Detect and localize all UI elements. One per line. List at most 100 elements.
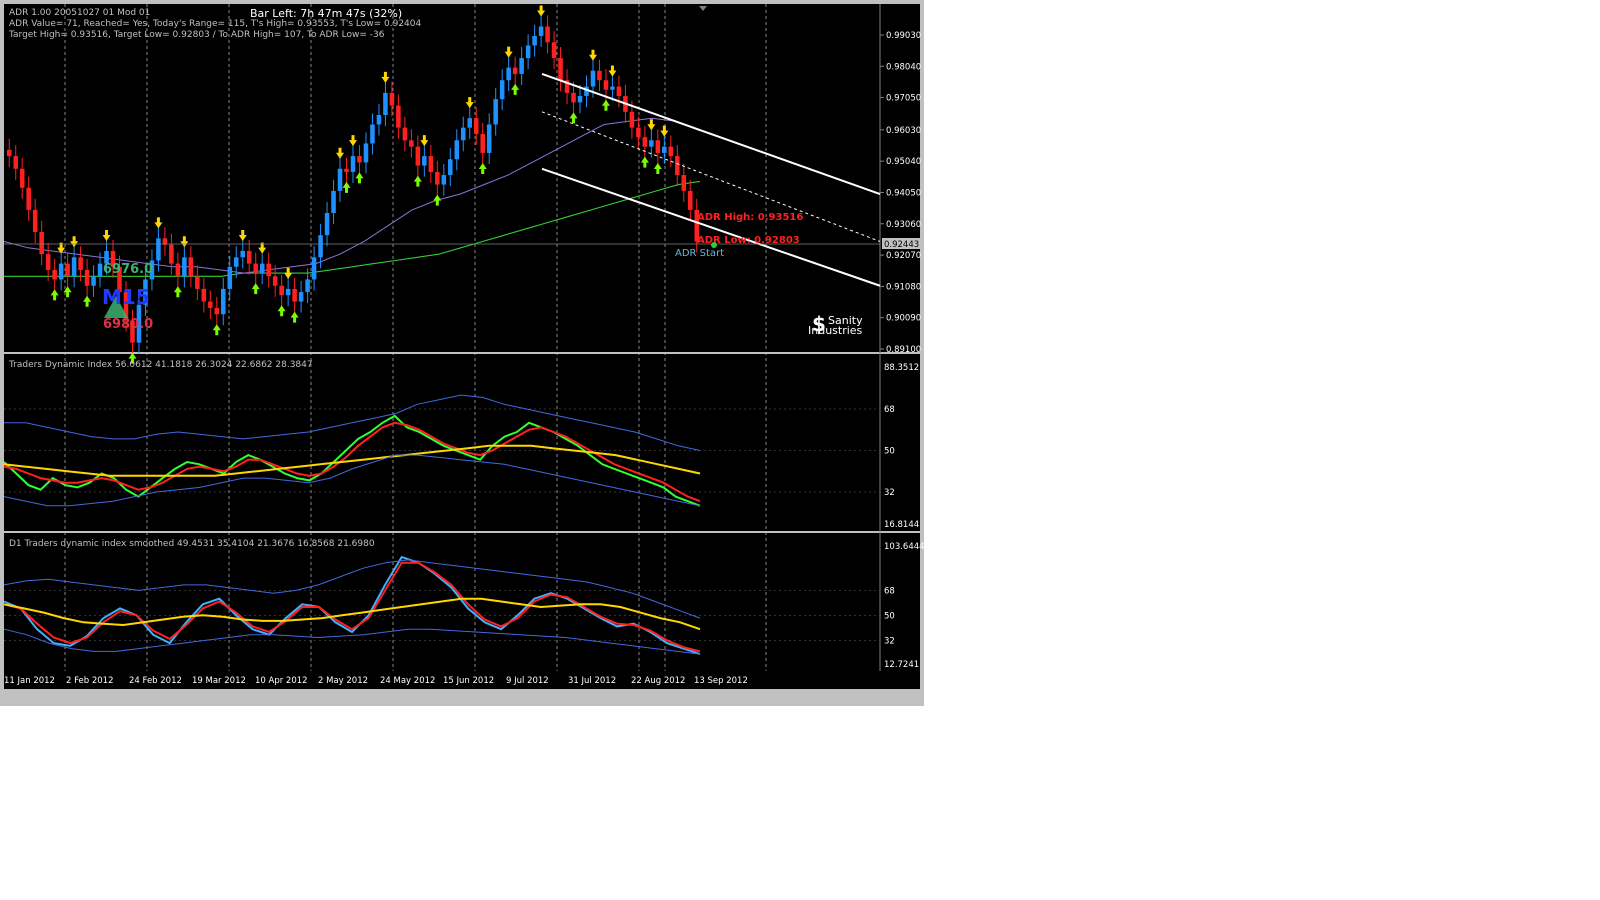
y-tick-label: 0.97050 [886,94,921,104]
candle-body [538,26,544,36]
candle-body [58,263,64,280]
candle-body [610,86,615,90]
y-tick-label: 0.96030 [886,126,921,136]
candle-body [460,127,466,141]
candle-body [473,118,479,134]
candle-body [344,168,349,172]
x-tick-label: 24 Feb 2012 [129,676,182,686]
smoothed-tdi-title: D1 Traders dynamic index smoothed 49.453… [9,539,375,549]
y-tick-label: 0.94050 [886,188,921,198]
candle-body [65,263,70,277]
candle-body [350,156,356,172]
candle-body [402,127,408,141]
candle-body [324,213,330,236]
candle-body [532,35,537,46]
current-price-label: 0.92443 [884,240,919,250]
x-tick-label: 2 May 2012 [318,676,368,686]
candle-body [396,105,401,128]
candle-body [571,92,576,103]
candle-body [84,269,90,286]
candle-body [577,96,583,103]
candle-body [649,140,654,147]
x-tick-label: 10 Apr 2012 [255,676,308,686]
candle-body [493,99,498,125]
candle-body [246,250,252,264]
tdi-panel[interactable] [4,354,920,531]
candle-body [331,190,336,214]
candle-body [642,137,648,147]
candle-body [285,288,291,296]
bar-left-timer: Bar Left: 7h 47m 47s (32%) [250,7,402,20]
candle-body [616,86,622,97]
adr-high-label: ADR High: 0.93516 [697,212,803,223]
y-tick-label: 0.89100 [886,345,921,355]
x-tick-label: 22 Aug 2012 [631,676,685,686]
candle-body [629,111,635,128]
candle-body [435,171,440,185]
candle-body [415,146,421,166]
candle-body [298,292,304,302]
candle-body [91,276,96,286]
y-tick-label: 50 [884,611,895,621]
candle-body [240,250,246,258]
overlay-lower-value: 6980.0 [103,317,153,332]
chart-canvas[interactable]: 11 Jan 2012 2 Feb 2012 24 Feb 2012 19 Mar 2… [0,0,924,706]
candle-body [655,140,661,153]
y-tick-label: 0.98040 [886,62,921,72]
candle-body [422,156,427,166]
x-tick-label: 31 Jul 2012 [568,676,616,686]
candle-body [32,209,38,233]
candle-body [78,257,83,270]
candle-body [305,279,310,293]
candle-body [590,70,596,87]
candle-body [506,67,511,81]
y-tick-label: 0.90090 [886,314,921,324]
candle-body [428,156,434,172]
candle-body [662,146,667,153]
candle-body [519,58,524,74]
candle-body [253,263,258,274]
indicator-line-2: ADR Value= 71, Reached= Yes, Today's Ran… [9,19,422,29]
y-tick-label: 50 [884,446,895,456]
y-tick-label: 0.95040 [886,157,921,167]
candle-body [97,263,103,277]
y-tick-label: 32 [884,636,895,646]
adr-start-label: ADR Start [675,248,724,259]
y-tick-label: 88.3512 [884,363,919,373]
x-tick-label: 2 Feb 2012 [66,676,114,686]
candle-body [292,288,297,302]
y-tick-label: 0.91080 [886,282,921,292]
candle-body [259,263,265,274]
y-tick-label: 0.99030 [886,31,921,41]
candle-body [383,92,388,116]
candle-body [45,254,51,270]
tdi-title: Traders Dynamic Index 56.0612 41.1818 26… [8,360,313,370]
candle-body [221,288,226,315]
y-tick-label: 12.7241 [884,660,919,670]
candle-body [318,235,323,258]
x-tick-label: 19 Mar 2012 [192,676,246,686]
candle-body [188,257,194,277]
candle-body [6,149,12,157]
candle-body [311,257,317,280]
candle-body [597,70,602,81]
candle-body [409,140,414,147]
candle-body [19,168,25,188]
x-tick-label: 9 Jul 2012 [506,676,549,686]
candle-body [169,244,174,264]
y-tick-label: 0.92070 [886,251,921,261]
y-tick-label: 16.8144 [884,520,919,530]
overlay-upper-value: 6976.0 [103,262,153,277]
candle-body [272,276,278,286]
candle-body [26,187,31,210]
x-tick-label: 15 Jun 2012 [443,676,494,686]
candle-body [448,159,453,176]
candle-body [376,115,382,125]
candle-body [441,175,447,185]
y-tick-label: 0.93060 [886,220,921,230]
watermark-line-2: Industries [808,324,863,337]
y-tick-label: 32 [884,488,895,498]
candle-body [71,257,77,277]
indicator-line-3: Target High= 0.93516, Target Low= 0.9280… [8,30,385,40]
candle-body [512,67,518,74]
